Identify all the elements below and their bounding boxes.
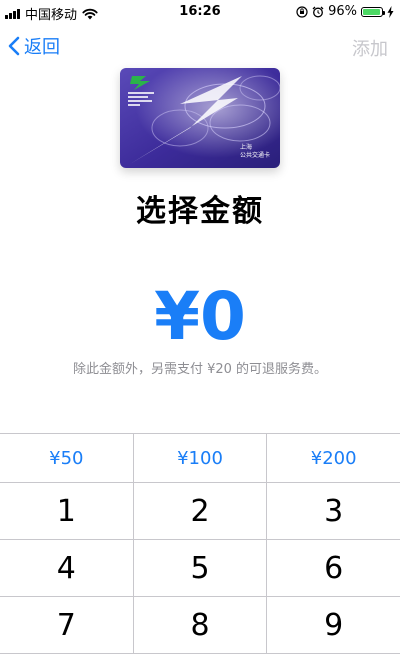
service-fee-note: 除此金额外，另需支付 ¥20 的可退服务费。 [72,362,328,377]
battery-icon [361,6,385,17]
charging-bolt-icon [387,5,394,18]
digit-3-key[interactable]: 3 [267,483,400,539]
orientation-lock-icon [296,5,308,18]
digit-4-key[interactable]: 4 [0,540,134,596]
battery-percent: 96% [328,4,357,19]
preset-100-button[interactable]: ¥100 [134,434,268,482]
back-button[interactable]: 返回 [8,33,60,59]
digit-2-key[interactable]: 2 [134,483,268,539]
digit-1-key[interactable]: 1 [0,483,134,539]
digit-5-key[interactable]: 5 [134,540,268,596]
status-right: 96% [296,4,394,19]
page-title: 选择金额 [136,194,264,229]
digit-row: 7 8 9 [0,597,400,654]
preset-row: ¥50 ¥100 ¥200 [0,434,400,483]
digit-row: 1 2 3 [0,483,400,540]
digit-row: 4 5 6 [0,540,400,597]
alarm-clock-icon [312,6,324,17]
chevron-left-icon [8,36,20,56]
card-caption: 上海 公共交通卡 [239,144,270,159]
digit-6-key[interactable]: 6 [267,540,400,596]
digit-9-key[interactable]: 9 [267,597,400,653]
amount-display: ¥0 [154,278,246,355]
status-bar: 中国移动 16:26 96% [0,0,400,24]
battery-level [363,8,381,15]
preset-200-button[interactable]: ¥200 [267,434,400,482]
digit-8-key[interactable]: 8 [134,597,268,653]
add-button[interactable]: 添加 [352,35,388,61]
back-label: 返回 [24,37,60,58]
digit-7-key[interactable]: 7 [0,597,134,653]
amount-keypad: ¥50 ¥100 ¥200 1 2 3 4 5 6 7 8 9 [0,433,400,654]
transit-card-image: 上海 公共交通卡 [120,68,280,168]
preset-50-button[interactable]: ¥50 [0,434,134,482]
